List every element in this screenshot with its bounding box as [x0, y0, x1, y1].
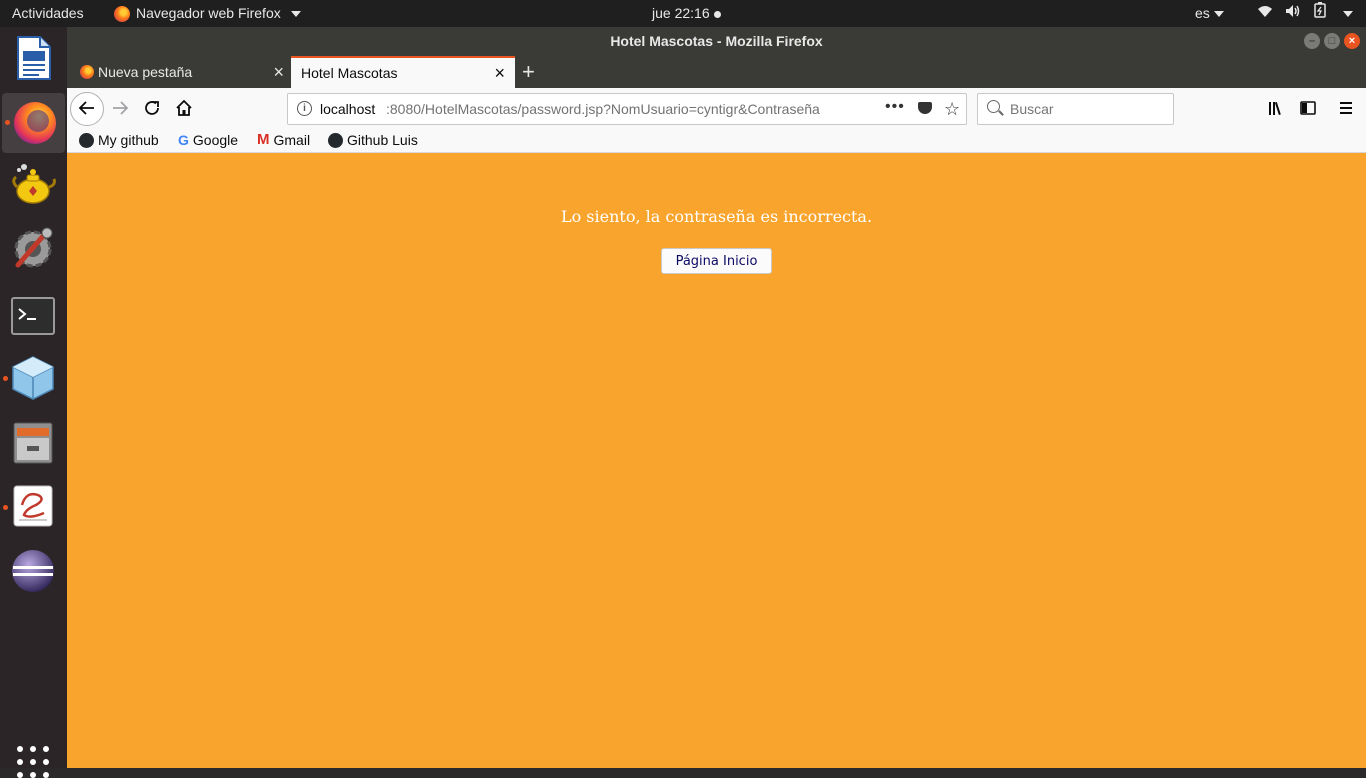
- bookmark-star-icon[interactable]: ☆: [944, 94, 960, 124]
- dock-item-virtualbox[interactable]: [3, 354, 56, 400]
- system-menu[interactable]: [1257, 0, 1353, 27]
- dock-item-eclipse[interactable]: [10, 548, 56, 594]
- close-tab-icon[interactable]: ×: [494, 58, 505, 88]
- dock-item-firefox[interactable]: [2, 93, 65, 153]
- teapot-icon: [12, 164, 56, 204]
- pocket-icon[interactable]: [918, 102, 932, 114]
- firefox-icon: [114, 5, 130, 22]
- page-actions-icon[interactable]: •••: [885, 94, 905, 120]
- dock-item-settings[interactable]: [10, 225, 56, 271]
- app-menu[interactable]: Navegador web Firefox: [114, 0, 301, 27]
- minimize-icon[interactable]: –: [1304, 33, 1320, 49]
- running-indicator: [3, 376, 8, 381]
- forward-button[interactable]: [106, 94, 134, 122]
- reload-icon: [145, 101, 159, 115]
- search-icon: [987, 100, 1000, 113]
- bookmark-label: Github Luis: [347, 132, 418, 148]
- bookmark-google[interactable]: G Google: [178, 128, 238, 152]
- hamburger-menu-icon: [1340, 102, 1352, 114]
- home-icon: [176, 99, 192, 116]
- library-button[interactable]: [1262, 94, 1290, 122]
- virtualbox-icon: [12, 356, 54, 400]
- bookmark-my-github[interactable]: My github: [79, 128, 159, 152]
- page-content: Lo siento, la contraseña es incorrecta. …: [67, 153, 1366, 768]
- bookmark-gmail[interactable]: M Gmail: [257, 128, 310, 152]
- running-indicator: [3, 505, 8, 510]
- bookmark-label: Gmail: [273, 132, 311, 148]
- language-label: es: [1195, 5, 1210, 21]
- menu-button[interactable]: [1332, 94, 1360, 122]
- arrow-left-icon: [78, 101, 94, 115]
- url-host: localhost: [320, 101, 376, 117]
- wifi-icon: [1257, 0, 1273, 27]
- error-message: Lo siento, la contraseña es incorrecta.: [560, 207, 873, 226]
- dock: [0, 27, 68, 778]
- activities-button[interactable]: Actividades: [12, 0, 84, 27]
- settings-tools-icon: [14, 227, 53, 268]
- window-controls: – □ ×: [1304, 33, 1360, 49]
- battery-icon: [1313, 0, 1327, 27]
- file-cabinet-icon: [13, 422, 53, 464]
- maximize-icon[interactable]: □: [1324, 33, 1340, 49]
- library-icon: [1269, 102, 1281, 116]
- libreoffice-writer-icon: [17, 36, 51, 80]
- github-icon: [79, 132, 94, 148]
- home-button[interactable]: [170, 94, 198, 122]
- document-viewer-icon: [13, 485, 53, 527]
- dock-item-terminal[interactable]: [10, 293, 56, 339]
- bookmark-label: Google: [192, 132, 239, 148]
- search-input[interactable]: [1008, 94, 1172, 124]
- clock-label: jue 22:16: [652, 5, 710, 21]
- site-info-icon[interactable]: i: [297, 101, 312, 116]
- language-selector[interactable]: es: [1195, 0, 1224, 27]
- bookmark-label: My github: [98, 132, 159, 148]
- bookmarks-toolbar: My github G Google M Gmail Github Luis: [67, 128, 1366, 153]
- google-icon: G: [178, 132, 189, 148]
- dock-item-writer[interactable]: [10, 35, 56, 81]
- github-icon: [328, 132, 343, 148]
- running-indicator: [5, 120, 10, 125]
- address-bar[interactable]: i localhost :8080/HotelMascotas/password…: [287, 93, 967, 125]
- dock-item-teapot[interactable]: [10, 161, 56, 207]
- back-button[interactable]: [70, 92, 104, 126]
- volume-icon: [1285, 0, 1301, 27]
- url-path: :8080/HotelMascotas/password.jsp?NomUsua…: [386, 101, 820, 117]
- window-title: Hotel Mascotas - Mozilla Firefox: [610, 33, 823, 49]
- new-tab-button[interactable]: +: [522, 56, 535, 88]
- tab-label: Nueva pestaña: [98, 64, 193, 80]
- bookmark-github-luis[interactable]: Github Luis: [328, 128, 418, 152]
- search-box[interactable]: [977, 93, 1174, 125]
- tab-hotel-mascotas[interactable]: Hotel Mascotas ×: [291, 56, 515, 88]
- sidebar-icon: [1300, 101, 1316, 115]
- firefox-icon: [80, 65, 94, 79]
- close-window-icon[interactable]: ×: [1344, 33, 1360, 49]
- show-apps-icon[interactable]: [17, 746, 49, 778]
- clock[interactable]: jue 22:16: [652, 0, 721, 27]
- arrow-right-icon: [113, 101, 129, 115]
- chevron-down-icon: [1343, 10, 1353, 17]
- top-bar: Actividades Navegador web Firefox jue 22…: [0, 0, 1366, 27]
- chevron-down-icon: [290, 10, 301, 17]
- terminal-icon: [11, 297, 55, 335]
- tab-label: Hotel Mascotas: [301, 65, 398, 81]
- app-menu-label: Navegador web Firefox: [136, 5, 281, 21]
- window-titlebar: Hotel Mascotas - Mozilla Firefox – □ ×: [67, 27, 1366, 56]
- chevron-down-icon: [1213, 11, 1224, 18]
- home-page-button[interactable]: Página Inicio: [661, 248, 772, 274]
- dock-item-document-viewer[interactable]: [3, 483, 56, 529]
- navigation-toolbar: i localhost :8080/HotelMascotas/password…: [67, 88, 1366, 128]
- sidebar-button[interactable]: [1294, 94, 1322, 122]
- gmail-icon: M: [257, 131, 270, 148]
- firefox-icon: [14, 102, 56, 144]
- tab-new-tab[interactable]: Nueva pestaña ×: [70, 56, 294, 88]
- dock-item-files[interactable]: [10, 419, 56, 465]
- close-tab-icon[interactable]: ×: [273, 56, 284, 88]
- tab-strip: Nueva pestaña × Hotel Mascotas × +: [67, 56, 1366, 88]
- eclipse-icon: [12, 550, 54, 592]
- reload-button[interactable]: [138, 94, 166, 122]
- notification-dot-icon: [713, 10, 721, 18]
